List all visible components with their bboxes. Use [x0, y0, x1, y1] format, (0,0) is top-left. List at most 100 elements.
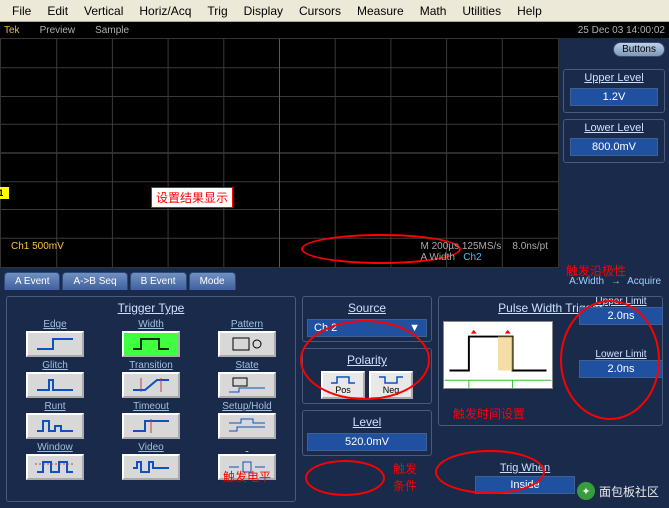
type-window-button[interactable] [26, 454, 84, 480]
buttons-toggle[interactable]: Buttons [613, 42, 665, 57]
trig-when-block: Trig When Inside [475, 462, 575, 494]
timeout-icon [131, 417, 171, 435]
menu-trig[interactable]: Trig [199, 2, 235, 20]
width-icon [131, 335, 171, 353]
menu-cursors[interactable]: Cursors [291, 2, 349, 20]
trigger-readout: A Width [420, 252, 454, 263]
level-panel: Level 520.0mV [302, 410, 432, 456]
lower-limit-label: Lower Limit [579, 349, 663, 360]
type-timeout-button[interactable] [122, 413, 180, 439]
annotation-time-setting: 触发时间设置 [450, 405, 528, 422]
upper-level-block: Upper Level 1.2V [563, 69, 665, 113]
menu-help[interactable]: Help [509, 2, 550, 20]
type-width-label: Width [138, 319, 164, 330]
type-setuphold-button[interactable] [218, 413, 276, 439]
tab-b-event[interactable]: B Event [130, 272, 187, 290]
menu-measure[interactable]: Measure [349, 2, 412, 20]
type-edge-button[interactable] [26, 331, 84, 357]
edge-icon [35, 335, 75, 353]
upper-level-label: Upper Level [564, 70, 664, 86]
lower-limit-block: Lower Limit 2.0ns [579, 349, 663, 378]
type-runt-button[interactable] [26, 413, 84, 439]
controls-panel: Trigger Type Edge Width Pattern Glitch T… [0, 290, 669, 508]
wechat-icon: ✦ [577, 482, 595, 500]
state-icon [227, 376, 267, 394]
type-runt-label: Runt [44, 401, 65, 412]
type-pattern-button[interactable] [218, 331, 276, 357]
trigger-type-title: Trigger Type [11, 301, 291, 315]
type-video-label: Video [138, 442, 163, 453]
trig-when-value[interactable]: Inside [475, 476, 575, 494]
pulse-neg-icon [377, 375, 405, 385]
video-icon [131, 458, 171, 476]
source-select[interactable]: Ch 2 ▼ [307, 319, 427, 337]
pulse-pos-icon [329, 375, 357, 385]
lower-level-block: Lower Level 800.0mV [563, 119, 665, 163]
polarity-title: Polarity [307, 353, 427, 367]
type-width-button[interactable] [122, 331, 180, 357]
upper-limit-label: Upper Limit [579, 296, 663, 307]
menu-edit[interactable]: Edit [39, 2, 76, 20]
glitch-icon [35, 376, 75, 394]
type-setuphold-label: Setup/Hold [222, 401, 271, 412]
type-transition-button[interactable] [122, 372, 180, 398]
chevron-down-icon: ▼ [409, 322, 420, 334]
menu-display[interactable]: Display [236, 2, 291, 20]
upper-level-value[interactable]: 1.2V [570, 88, 658, 106]
type-glitch-label: Glitch [42, 360, 68, 371]
timestamp: 25 Dec 03 14:00:02 [578, 25, 665, 36]
upper-limit-block: Upper Limit 2.0ns [579, 296, 663, 325]
status-row: Tek Preview Sample 25 Dec 03 14:00:02 [0, 22, 669, 38]
watermark: ✦ 面包板社区 [577, 482, 659, 500]
source-title: Source [307, 301, 427, 315]
menu-file[interactable]: File [4, 2, 39, 20]
type-state-label: State [235, 360, 258, 371]
waveform-display[interactable]: 1 设置结果显示 Ch1 500mV M 200µs 125MS/s 8.0ns… [0, 38, 559, 268]
menu-math[interactable]: Math [412, 2, 455, 20]
polarity-panel: Polarity Pos Neg [302, 348, 432, 404]
transition-icon [131, 376, 171, 394]
upper-limit-value[interactable]: 2.0ns [579, 307, 663, 325]
brand-label: Tek [4, 25, 20, 36]
annotation-result-display: 设置结果显示 [151, 187, 233, 208]
scope-readout: Ch1 500mV M 200µs 125MS/s 8.0ns/pt A Wid… [11, 241, 548, 263]
type-timeout-label: Timeout [133, 401, 169, 412]
resolution-readout: 8.0ns/pt [512, 241, 548, 252]
sample-label: Sample [95, 25, 129, 36]
runt-icon [35, 417, 75, 435]
tab-mode[interactable]: Mode [189, 272, 236, 290]
tab-a-event[interactable]: A Event [4, 272, 60, 290]
menu-horiz-acq[interactable]: Horiz/Acq [131, 2, 199, 20]
source-panel: Source Ch 2 ▼ [302, 296, 432, 342]
type-state-button[interactable] [218, 372, 276, 398]
type-transition-label: Transition [129, 360, 173, 371]
polarity-neg-button[interactable]: Neg [369, 371, 413, 399]
type-window-label: Window [37, 442, 73, 453]
lower-level-value[interactable]: 800.0mV [570, 138, 658, 156]
menu-vertical[interactable]: Vertical [76, 2, 131, 20]
pwt-preview [443, 321, 553, 389]
preview-label: Preview [40, 25, 76, 36]
graticule [1, 39, 558, 267]
trig-when-title: Trig When [475, 462, 575, 474]
pattern-icon [227, 335, 267, 353]
timebase-readout: M 200µs 125MS/s [420, 241, 501, 252]
menu-utilities[interactable]: Utilities [454, 2, 509, 20]
annotation-trig-level: 触发电平 [220, 468, 274, 485]
type-glitch-button[interactable] [26, 372, 84, 398]
lower-limit-value[interactable]: 2.0ns [579, 360, 663, 378]
type-pattern-label: Pattern [231, 319, 263, 330]
level-title: Level [307, 415, 427, 429]
type-video-button[interactable] [122, 454, 180, 480]
menu-bar: File Edit Vertical Horiz/Acq Trig Displa… [0, 0, 669, 22]
setuphold-icon [227, 417, 267, 435]
lower-level-label: Lower Level [564, 120, 664, 136]
side-panel: Buttons Upper Level 1.2V Lower Level 800… [559, 38, 669, 268]
annotation-edge-polarity: 触发沿极性 [563, 262, 629, 279]
window-icon [35, 458, 75, 476]
level-value[interactable]: 520.0mV [307, 433, 427, 451]
polarity-pos-button[interactable]: Pos [321, 371, 365, 399]
trigger-position-marker[interactable]: 1 [0, 187, 9, 199]
tab-ab-seq[interactable]: A->B Seq [62, 272, 127, 290]
trigger-source-readout: Ch2 [463, 252, 481, 263]
